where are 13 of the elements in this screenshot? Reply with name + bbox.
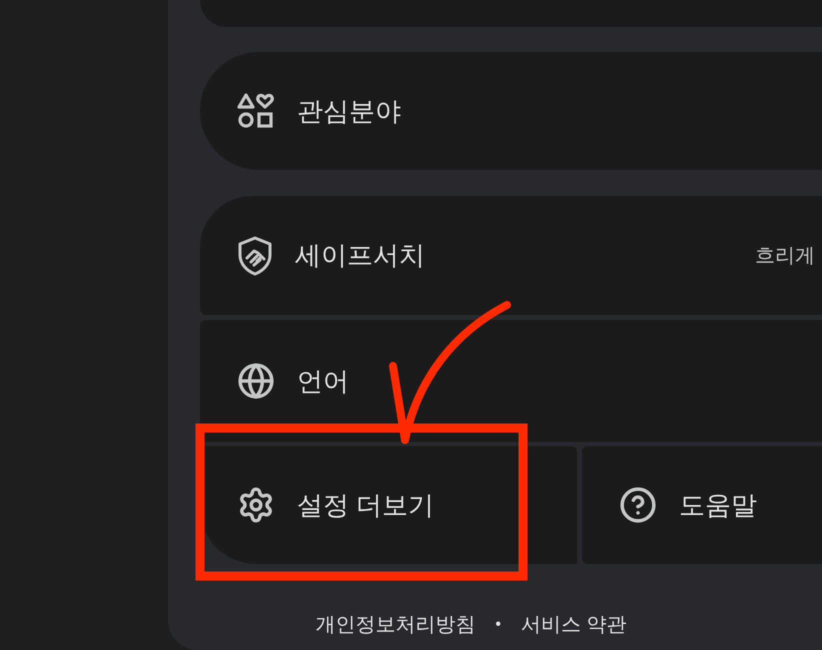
menu-item[interactable]: 언어	[200, 320, 822, 442]
shapes-icon	[237, 92, 275, 130]
separator-dot: •	[495, 615, 502, 635]
setting-value: 흐리게	[755, 244, 815, 268]
help-icon	[619, 486, 657, 524]
footer-link[interactable]: 서비스 약관	[521, 610, 627, 640]
globe-icon	[237, 362, 275, 400]
footer-link[interactable]: 개인정보처리방침	[315, 610, 476, 640]
shield-handshake-icon	[237, 236, 273, 276]
settings-icon	[237, 486, 275, 524]
menu-item[interactable]: 도움말	[582, 446, 822, 564]
menu-item[interactable]: 세이프서치 흐리게	[200, 196, 822, 315]
menu-item[interactable]: 관심분야	[200, 52, 822, 170]
